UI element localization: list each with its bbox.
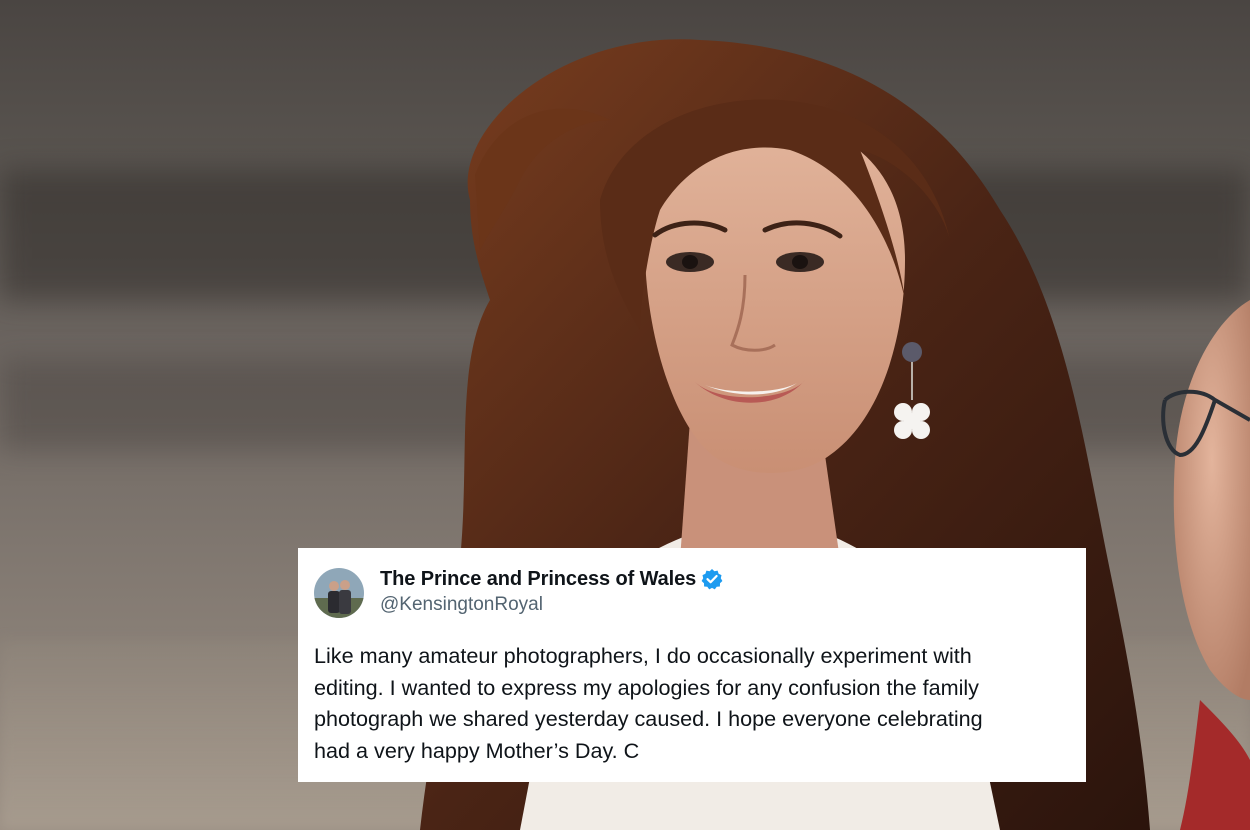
user-handle[interactable]: @KensingtonRoyal [380, 594, 723, 616]
earring-top [902, 342, 922, 362]
tweet-text: Like many amateur photographers, I do oc… [314, 643, 983, 763]
tweet-author-block: The Prince and Princess of Wales @Kensin… [380, 566, 723, 616]
profile-avatar[interactable] [314, 568, 364, 618]
display-name[interactable]: The Prince and Princess of Wales [380, 568, 696, 591]
display-name-row: The Prince and Princess of Wales [380, 566, 723, 592]
avatar-image [314, 568, 364, 618]
tweet-card[interactable]: The Prince and Princess of Wales @Kensin… [298, 548, 1086, 782]
left-iris [682, 255, 698, 269]
photo-scene: The Prince and Princess of Wales @Kensin… [0, 0, 1250, 830]
man-head [1173, 300, 1250, 700]
tweet-header: The Prince and Princess of Wales @Kensin… [314, 566, 1086, 618]
verified-badge-icon [701, 568, 723, 590]
man-robe [1180, 700, 1250, 830]
right-iris [792, 255, 808, 269]
